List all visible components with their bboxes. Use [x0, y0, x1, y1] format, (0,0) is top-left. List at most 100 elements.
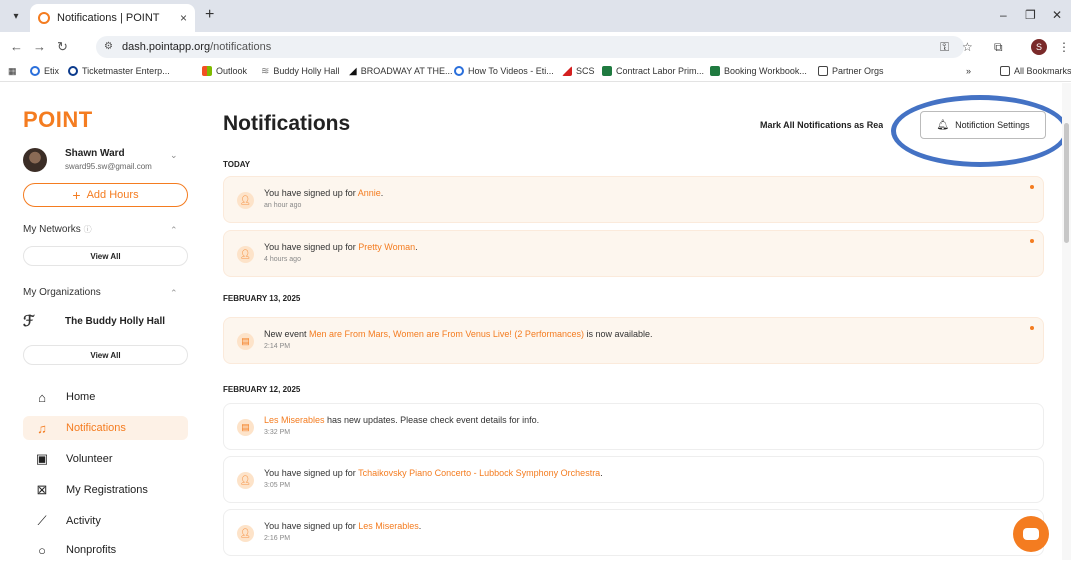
bookmark-broadway[interactable]: ◢ BROADWAY AT THE...: [349, 66, 453, 77]
networks-view-all-button[interactable]: View All: [23, 246, 188, 266]
mark-all-read-button[interactable]: Mark All Notifications as Read: [760, 120, 883, 130]
point-logo[interactable]: POINT: [23, 107, 93, 133]
date-heading: TODAY: [223, 160, 251, 169]
event-link[interactable]: Annie: [358, 188, 381, 198]
unread-dot: [1030, 326, 1034, 330]
bookmark-outlook[interactable]: Outlook: [202, 66, 247, 76]
forward-icon[interactable]: →: [33, 39, 46, 54]
nav-volunteer[interactable]: ▣ Volunteer: [23, 447, 188, 471]
chevron-down-icon[interactable]: ⌄: [170, 150, 178, 161]
chevron-up-icon[interactable]: ⌃: [170, 288, 178, 299]
my-networks-heading: My Networks ⓘ: [23, 224, 92, 235]
notification-time: 2:14 PM: [264, 343, 291, 350]
extensions-icon[interactable]: ⧉: [994, 40, 1003, 55]
my-organizations-heading: My Organizations: [23, 287, 101, 298]
folder-icon: [1000, 66, 1010, 76]
user-signup-icon: 👤︎: [237, 192, 254, 209]
notification-time: an hour ago: [264, 202, 302, 209]
notification-item[interactable]: 👤︎ You have signed up for Pretty Woman. …: [223, 230, 1044, 277]
notification-item[interactable]: ▤ Les Miserables has new updates. Please…: [223, 403, 1044, 450]
url-field[interactable]: ⚙ dash.pointapp.org/notifications: [96, 36, 964, 58]
bookmarks-bar: ▦ Etix Ticketmaster Enterp... Outlook ≋ B…: [0, 62, 1071, 82]
browser-tab[interactable]: Notifications | POINT ×: [30, 4, 195, 32]
nav-nonprofits[interactable]: ○ Nonprofits: [23, 538, 188, 562]
scrollbar-thumb[interactable]: [1064, 123, 1069, 243]
nonprofit-icon: ○: [38, 542, 46, 558]
profile-avatar[interactable]: S: [1031, 39, 1047, 55]
etix-icon: [30, 66, 40, 76]
organization-item[interactable]: ℱ The Buddy Holly Hall: [23, 312, 165, 330]
notification-time: 3:05 PM: [264, 482, 291, 489]
bookmark-booking-workbook[interactable]: Booking Workbook...: [710, 66, 807, 76]
restore-icon[interactable]: ❐: [1025, 8, 1036, 22]
user-menu[interactable]: Shawn Ward sward95.sw@gmail.com ⌄: [23, 146, 183, 176]
activity-icon: ⟋: [37, 513, 47, 528]
bookmark-how-to-videos[interactable]: How To Videos - Eti...: [454, 66, 554, 76]
apps-grid-icon[interactable]: ▦: [8, 66, 17, 77]
bhh-icon: ≋: [261, 66, 270, 77]
notification-text: You have signed up for Les Miserables.: [264, 521, 422, 531]
user-email: sward95.sw@gmail.com: [65, 162, 152, 171]
notification-item[interactable]: 👤︎ You have signed up for Les Miserables…: [223, 509, 1044, 556]
unread-dot: [1030, 239, 1034, 243]
bookmarks-overflow[interactable]: »: [966, 66, 971, 76]
etix-videos-icon: [454, 66, 464, 76]
bookmark-ticketmaster[interactable]: Ticketmaster Enterp...: [68, 66, 170, 76]
nav-notifications[interactable]: ♫ Notifications: [23, 416, 188, 440]
address-bar-row: ← → ↻ ⚙ dash.pointapp.org/notifications …: [0, 32, 1071, 62]
main-content: Notifications Mark All Notifications as …: [205, 83, 1071, 560]
site-info-icon[interactable]: ⚙: [104, 41, 113, 52]
back-icon[interactable]: ←: [10, 39, 23, 54]
event-update-icon: ▤: [237, 419, 254, 436]
event-link[interactable]: Tchaikovsky Piano Concerto - Lubbock Sym…: [358, 468, 600, 478]
sidebar: POINT Shawn Ward sward95.sw@gmail.com ⌄ …: [0, 83, 205, 560]
bookmark-partner-orgs[interactable]: Partner Orgs: [818, 66, 884, 76]
excel-icon: [602, 66, 612, 76]
broadway-icon: ◢: [349, 66, 357, 77]
bookmark-scs[interactable]: SCS: [562, 66, 595, 76]
chat-support-button[interactable]: [1013, 516, 1049, 552]
browser-menu-icon[interactable]: ⋮: [1058, 40, 1070, 54]
close-tab-icon[interactable]: ×: [180, 11, 187, 25]
tab-title: Notifications | POINT: [57, 12, 160, 24]
organizations-view-all-button[interactable]: View All: [23, 345, 188, 365]
page-scrollbar[interactable]: [1062, 83, 1071, 560]
browser-tab-strip: ▾ Notifications | POINT × + – ❐ ✕: [0, 0, 1071, 32]
unread-dot: [1030, 185, 1034, 189]
event-link[interactable]: Men are From Mars, Women are From Venus …: [309, 329, 584, 339]
bookmark-star-icon[interactable]: ☆: [962, 40, 973, 54]
notification-text: Les Miserables has new updates. Please c…: [264, 415, 540, 425]
notification-item[interactable]: 👤︎ You have signed up for Tchaikovsky Pi…: [223, 456, 1044, 503]
bookmark-contract-labor[interactable]: Contract Labor Prim...: [602, 66, 704, 76]
tab-search-icon[interactable]: ▾: [6, 6, 26, 26]
event-link[interactable]: Les Miserables: [358, 521, 419, 531]
nav-my-registrations[interactable]: ⊠ My Registrations: [23, 478, 188, 502]
buddy-holly-hall-logo-icon: ℱ: [23, 313, 35, 330]
notification-text: You have signed up for Tchaikovsky Piano…: [264, 468, 603, 478]
user-name: Shawn Ward: [65, 148, 125, 159]
nav-activity[interactable]: ⟋ Activity: [23, 509, 188, 533]
notification-settings-button[interactable]: 🔔︎ Notifiction Settings: [920, 111, 1046, 139]
bookmark-etix[interactable]: Etix: [30, 66, 59, 76]
all-bookmarks[interactable]: All Bookmarks: [1000, 66, 1071, 76]
add-hours-button[interactable]: + Add Hours: [23, 183, 188, 207]
notification-text: You have signed up for Pretty Woman.: [264, 242, 418, 252]
new-event-icon: ▤: [237, 333, 254, 350]
ticketmaster-icon: [68, 66, 78, 76]
password-key-icon[interactable]: ⚿: [940, 40, 949, 55]
chevron-up-icon[interactable]: ⌃: [170, 225, 178, 236]
event-link[interactable]: Pretty Woman: [358, 242, 415, 252]
new-tab-button[interactable]: +: [205, 6, 214, 24]
notification-item[interactable]: ▤ New event Men are From Mars, Women are…: [223, 317, 1044, 364]
home-icon: ⌂: [38, 389, 46, 405]
notification-item[interactable]: 👤︎ You have signed up for Annie. an hour…: [223, 176, 1044, 223]
reload-icon[interactable]: ↻: [57, 39, 68, 55]
notification-text: You have signed up for Annie.: [264, 188, 384, 198]
nav-home[interactable]: ⌂ Home: [23, 385, 188, 409]
event-link[interactable]: Les Miserables: [264, 415, 325, 425]
minimize-icon[interactable]: –: [1000, 8, 1007, 22]
help-icon[interactable]: ⓘ: [84, 225, 92, 234]
user-signup-icon: 👤︎: [237, 472, 254, 489]
close-window-icon[interactable]: ✕: [1052, 8, 1062, 22]
bookmark-buddy-holly-hall[interactable]: ≋ Buddy Holly Hall: [261, 66, 339, 77]
